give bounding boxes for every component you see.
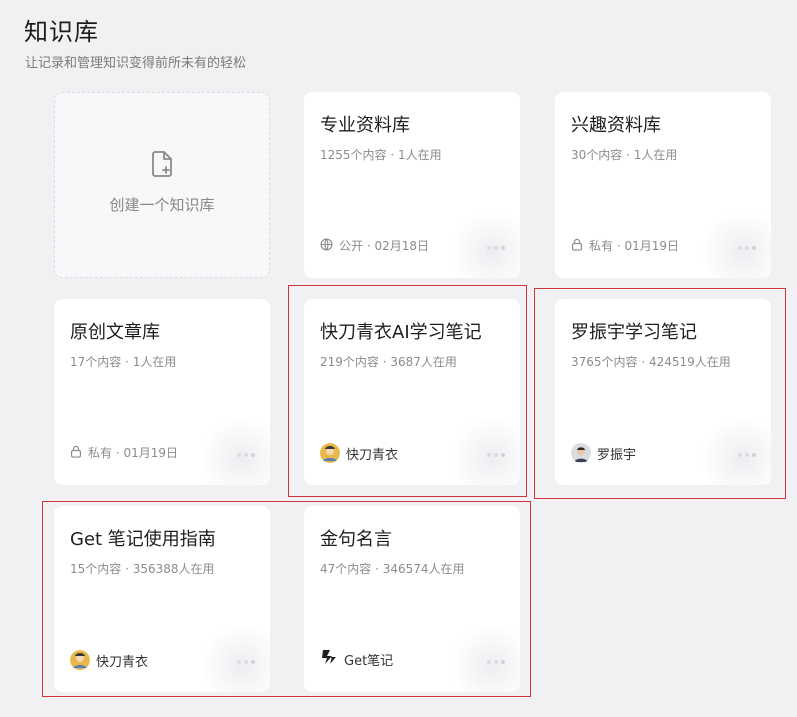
- avatar: [320, 443, 340, 463]
- card-footer: 私有 · 01月19日: [571, 237, 679, 254]
- card-meta: 30个内容 · 1人在用: [571, 148, 678, 162]
- card-footer: Get笔记: [320, 648, 393, 670]
- create-label: 创建一个知识库: [109, 195, 215, 214]
- card-title: 原创文章库: [70, 322, 160, 343]
- more-menu-button[interactable]: [738, 246, 756, 250]
- card-title: 金句名言: [320, 529, 392, 550]
- more-menu-button[interactable]: [738, 453, 756, 457]
- owner-name: 快刀青衣: [96, 654, 149, 670]
- card-title: 快刀青衣AI学习笔记: [320, 322, 482, 343]
- more-menu-button[interactable]: [487, 246, 505, 250]
- page-subtitle: 让记录和管理知识变得前所未有的轻松: [25, 56, 247, 71]
- card-footer: 私有 · 01月19日: [70, 444, 178, 461]
- more-menu-button[interactable]: [487, 453, 505, 457]
- owner-name: 罗振宇: [597, 447, 637, 463]
- avatar: [571, 443, 591, 463]
- more-menu-button[interactable]: [487, 660, 505, 664]
- card-title: 罗振宇学习笔记: [571, 322, 697, 343]
- kb-card-luozhenyu-notes[interactable]: 罗振宇学习笔记 3765个内容 · 424519人在用 罗振宇: [555, 299, 771, 485]
- kb-card-original-articles[interactable]: 原创文章库 17个内容 · 1人在用 私有 · 01月19日: [54, 299, 270, 485]
- lock-icon: [70, 445, 82, 461]
- card-meta: 15个内容 · 356388人在用: [70, 562, 215, 576]
- owner-name: 快刀青衣: [346, 447, 399, 463]
- kb-card-quotes[interactable]: 金句名言 47个内容 · 346574人在用 Get笔记: [304, 506, 520, 692]
- kb-card-get-guide[interactable]: Get 笔记使用指南 15个内容 · 356388人在用 快刀青衣: [54, 506, 270, 692]
- create-knowledge-base-card[interactable]: 创建一个知识库: [54, 92, 270, 278]
- kb-card-interest[interactable]: 兴趣资料库 30个内容 · 1人在用 私有 · 01月19日: [555, 92, 771, 278]
- more-menu-button[interactable]: [237, 660, 255, 664]
- card-footer: 公开 · 02月18日: [320, 237, 429, 254]
- card-footer: 快刀青衣: [320, 443, 398, 463]
- globe-icon: [320, 238, 333, 254]
- file-plus-icon: [150, 150, 174, 182]
- lock-icon: [571, 238, 583, 254]
- kb-card-professional[interactable]: 专业资料库 1255个内容 · 1人在用 公开 · 02月18日: [304, 92, 520, 278]
- visibility-date: 私有 · 01月19日: [88, 446, 178, 460]
- card-title: 兴趣资料库: [571, 115, 661, 136]
- card-footer: 快刀青衣: [70, 650, 148, 670]
- page-title: 知识库: [24, 18, 99, 46]
- card-meta: 3765个内容 · 424519人在用: [571, 355, 731, 369]
- more-menu-button[interactable]: [237, 453, 255, 457]
- visibility-date: 私有 · 01月19日: [589, 239, 679, 253]
- card-meta: 1255个内容 · 1人在用: [320, 148, 442, 162]
- card-title: 专业资料库: [320, 115, 410, 136]
- card-meta: 219个内容 · 3687人在用: [320, 355, 457, 369]
- card-meta: 47个内容 · 346574人在用: [320, 562, 465, 576]
- card-title: Get 笔记使用指南: [70, 529, 216, 550]
- visibility-date: 公开 · 02月18日: [339, 239, 429, 253]
- get-logo-icon: [320, 648, 338, 670]
- avatar: [70, 650, 90, 670]
- card-footer: 罗振宇: [571, 443, 636, 463]
- owner-name: Get笔记: [344, 653, 394, 669]
- kb-card-ai-notes[interactable]: 快刀青衣AI学习笔记 219个内容 · 3687人在用 快刀青衣: [304, 299, 520, 485]
- card-meta: 17个内容 · 1人在用: [70, 355, 177, 369]
